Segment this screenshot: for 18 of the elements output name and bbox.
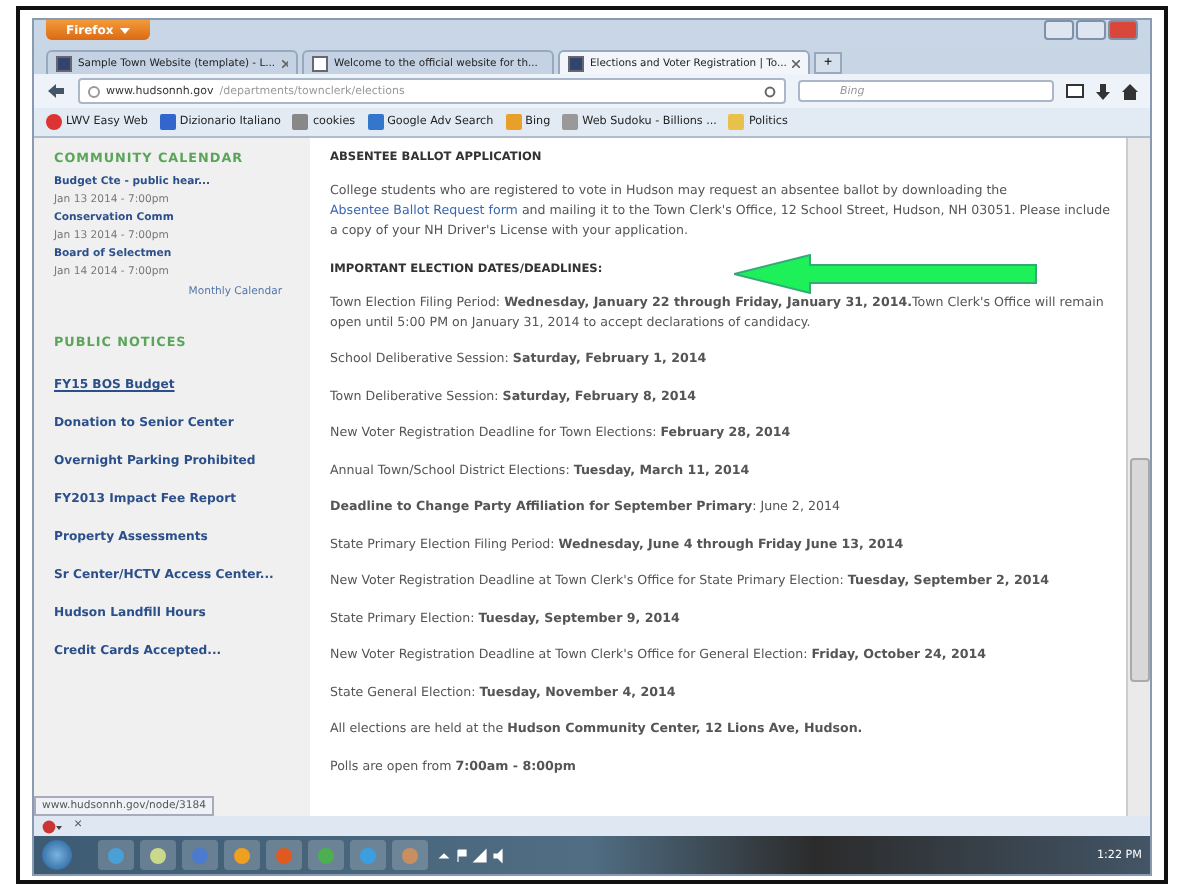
taskbar-app-icon[interactable]	[98, 840, 134, 870]
minimize-button[interactable]	[1044, 20, 1074, 40]
taskbar-app-icon[interactable]	[224, 840, 260, 870]
start-button[interactable]	[42, 840, 72, 870]
taskbar-app-icon[interactable]	[392, 840, 428, 870]
download-arrow-icon[interactable]	[1096, 83, 1110, 99]
home-icon[interactable]	[1122, 83, 1138, 99]
back-arrow-icon[interactable]	[46, 82, 66, 100]
taskbar-app-icon[interactable]	[308, 840, 344, 870]
close-tab-icon[interactable]	[792, 59, 800, 67]
maximize-button[interactable]	[1076, 20, 1106, 40]
scrollbar[interactable]	[1126, 138, 1150, 816]
caret-icon	[119, 27, 130, 33]
close-tab-icon[interactable]	[281, 59, 288, 67]
close-button[interactable]	[1108, 20, 1138, 40]
system-tray-icons[interactable]	[434, 847, 506, 863]
taskbar-app-icon[interactable]	[140, 840, 176, 870]
addon-icon[interactable]	[42, 819, 62, 833]
